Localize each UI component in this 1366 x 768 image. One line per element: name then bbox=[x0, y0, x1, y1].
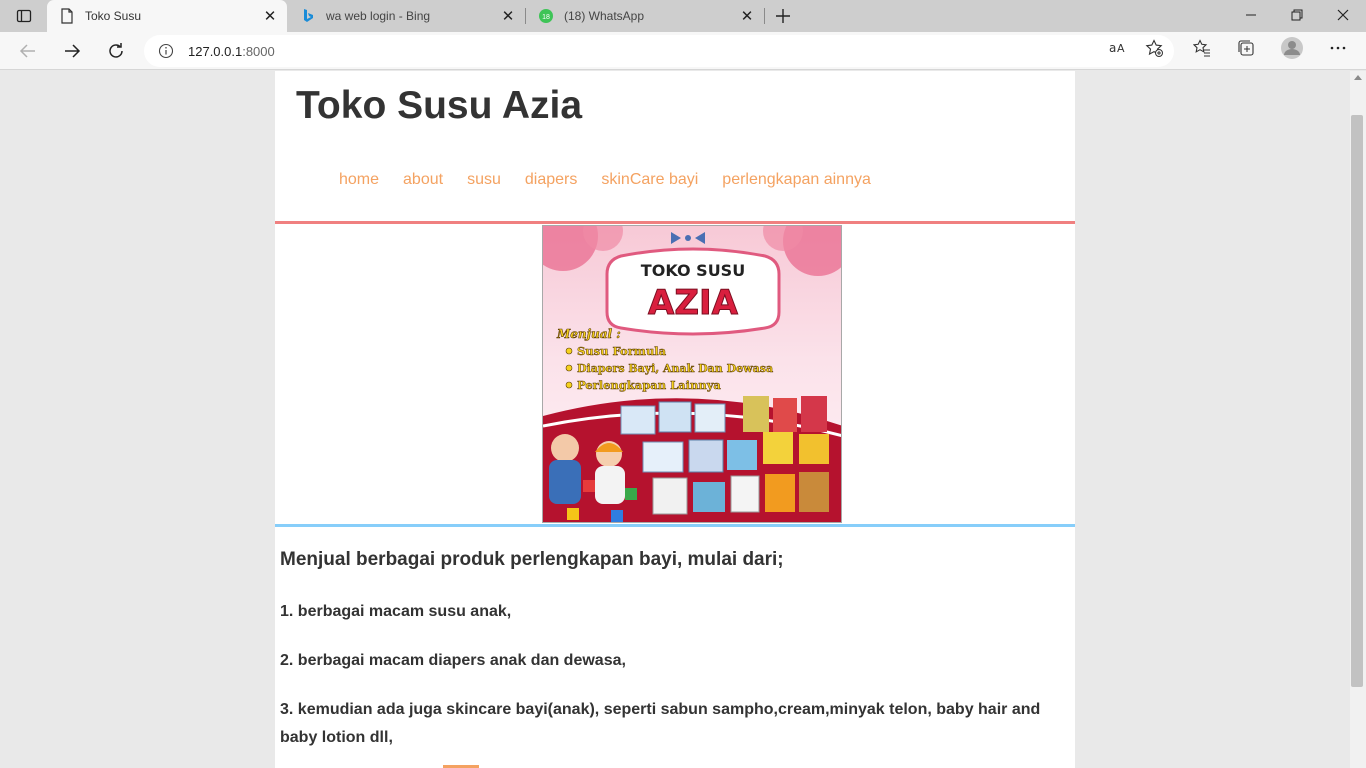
forward-icon[interactable] bbox=[56, 35, 88, 67]
refresh-icon[interactable] bbox=[100, 35, 132, 67]
banner-item-3: Perlengkapan Lainnya bbox=[577, 378, 721, 392]
svg-text:A: A bbox=[1117, 42, 1125, 55]
menu-about[interactable]: about bbox=[403, 171, 443, 189]
collections-icon[interactable] bbox=[1237, 39, 1255, 57]
browser-toolbar: 127.0.0.1:8000 aA bbox=[0, 32, 1366, 70]
whatsapp-icon: 18 bbox=[538, 8, 554, 24]
point-2: 2. berbagai macam diapers anak dan dewas… bbox=[280, 652, 626, 669]
tab-toko-susu[interactable]: Toko Susu ✕ bbox=[47, 0, 287, 32]
url-port: :8000 bbox=[242, 43, 275, 59]
url-host: 127.0.0.1 bbox=[188, 43, 243, 59]
menu-diapers[interactable]: diapers bbox=[525, 171, 577, 189]
new-tab-icon[interactable] bbox=[771, 4, 795, 28]
site-info-icon[interactable] bbox=[157, 42, 175, 60]
header-divider bbox=[275, 221, 1075, 224]
profile-avatar-icon[interactable] bbox=[1280, 36, 1304, 60]
favorites-icon[interactable] bbox=[1193, 39, 1211, 57]
minimize-icon[interactable] bbox=[1228, 0, 1274, 30]
tab-title: Toko Susu bbox=[85, 9, 142, 23]
page-scrollbar[interactable] bbox=[1350, 71, 1366, 768]
main-menu: home about susu diapers skinCare bayi pe… bbox=[339, 171, 895, 189]
read-aloud-icon[interactable]: aA bbox=[1109, 39, 1127, 57]
point-3: 3. kemudian ada juga skincare bayi(anak)… bbox=[280, 701, 1041, 746]
tab-bar: Toko Susu ✕ wa web login - Bing ✕ 18 (18… bbox=[0, 0, 1366, 32]
tab-bing[interactable]: wa web login - Bing ✕ bbox=[288, 0, 525, 32]
tab-title: (18) WhatsApp bbox=[564, 9, 645, 23]
restore-icon[interactable] bbox=[1274, 0, 1320, 30]
close-tab-icon[interactable]: ✕ bbox=[259, 5, 281, 27]
url-text: 127.0.0.1:8000 bbox=[188, 44, 275, 59]
point-1: 1. berbagai macam susu anak, bbox=[280, 603, 512, 620]
add-favorite-icon[interactable] bbox=[1145, 39, 1163, 57]
banner-item-2: Diapers Bayi, Anak Dan Dewasa bbox=[577, 362, 773, 375]
banner-image: TOKO SUSU AZIA Menjual : Susu Formula Di… bbox=[542, 225, 842, 523]
close-window-icon[interactable] bbox=[1320, 0, 1366, 30]
close-tab-icon[interactable]: ✕ bbox=[497, 5, 519, 27]
banner-heading-big: AZIA bbox=[648, 283, 739, 323]
bing-icon bbox=[300, 8, 316, 24]
menu-perlengkapan[interactable]: perlengkapan ainnya bbox=[722, 171, 871, 189]
tab-separator bbox=[764, 8, 765, 24]
menu-home[interactable]: home bbox=[339, 171, 379, 189]
more-menu-icon[interactable] bbox=[1329, 39, 1347, 57]
menu-skincare-bayi[interactable]: skinCare bayi bbox=[601, 171, 698, 189]
page-container: Toko Susu Azia home about susu diapers s… bbox=[275, 71, 1075, 768]
whatsapp-badge: 18 bbox=[542, 14, 550, 21]
banner-menjual: Menjual : bbox=[556, 327, 621, 341]
close-tab-icon[interactable]: ✕ bbox=[736, 5, 758, 27]
page-icon bbox=[59, 8, 75, 24]
intro-heading: Menjual berbagai produk perlengkapan bay… bbox=[280, 549, 784, 570]
address-bar[interactable]: 127.0.0.1:8000 bbox=[144, 35, 1174, 67]
scroll-up-icon[interactable] bbox=[1354, 75, 1362, 80]
tab-actions-icon[interactable] bbox=[8, 4, 40, 28]
menu-susu[interactable]: susu bbox=[467, 171, 501, 189]
banner-item-1: Susu Formula bbox=[577, 344, 667, 358]
back-icon[interactable] bbox=[12, 35, 44, 67]
page-content: Menjual berbagai produk perlengkapan bay… bbox=[280, 549, 1060, 768]
scroll-thumb[interactable] bbox=[1351, 115, 1363, 687]
page-viewport: Toko Susu Azia home about susu diapers s… bbox=[0, 71, 1350, 768]
tab-title: wa web login - Bing bbox=[326, 9, 431, 23]
banner-heading-small: TOKO SUSU bbox=[641, 261, 745, 280]
svg-text:a: a bbox=[1109, 41, 1116, 55]
banner-divider bbox=[275, 524, 1075, 527]
site-title: Toko Susu Azia bbox=[296, 84, 583, 127]
tab-whatsapp[interactable]: 18 (18) WhatsApp ✕ bbox=[526, 0, 764, 32]
